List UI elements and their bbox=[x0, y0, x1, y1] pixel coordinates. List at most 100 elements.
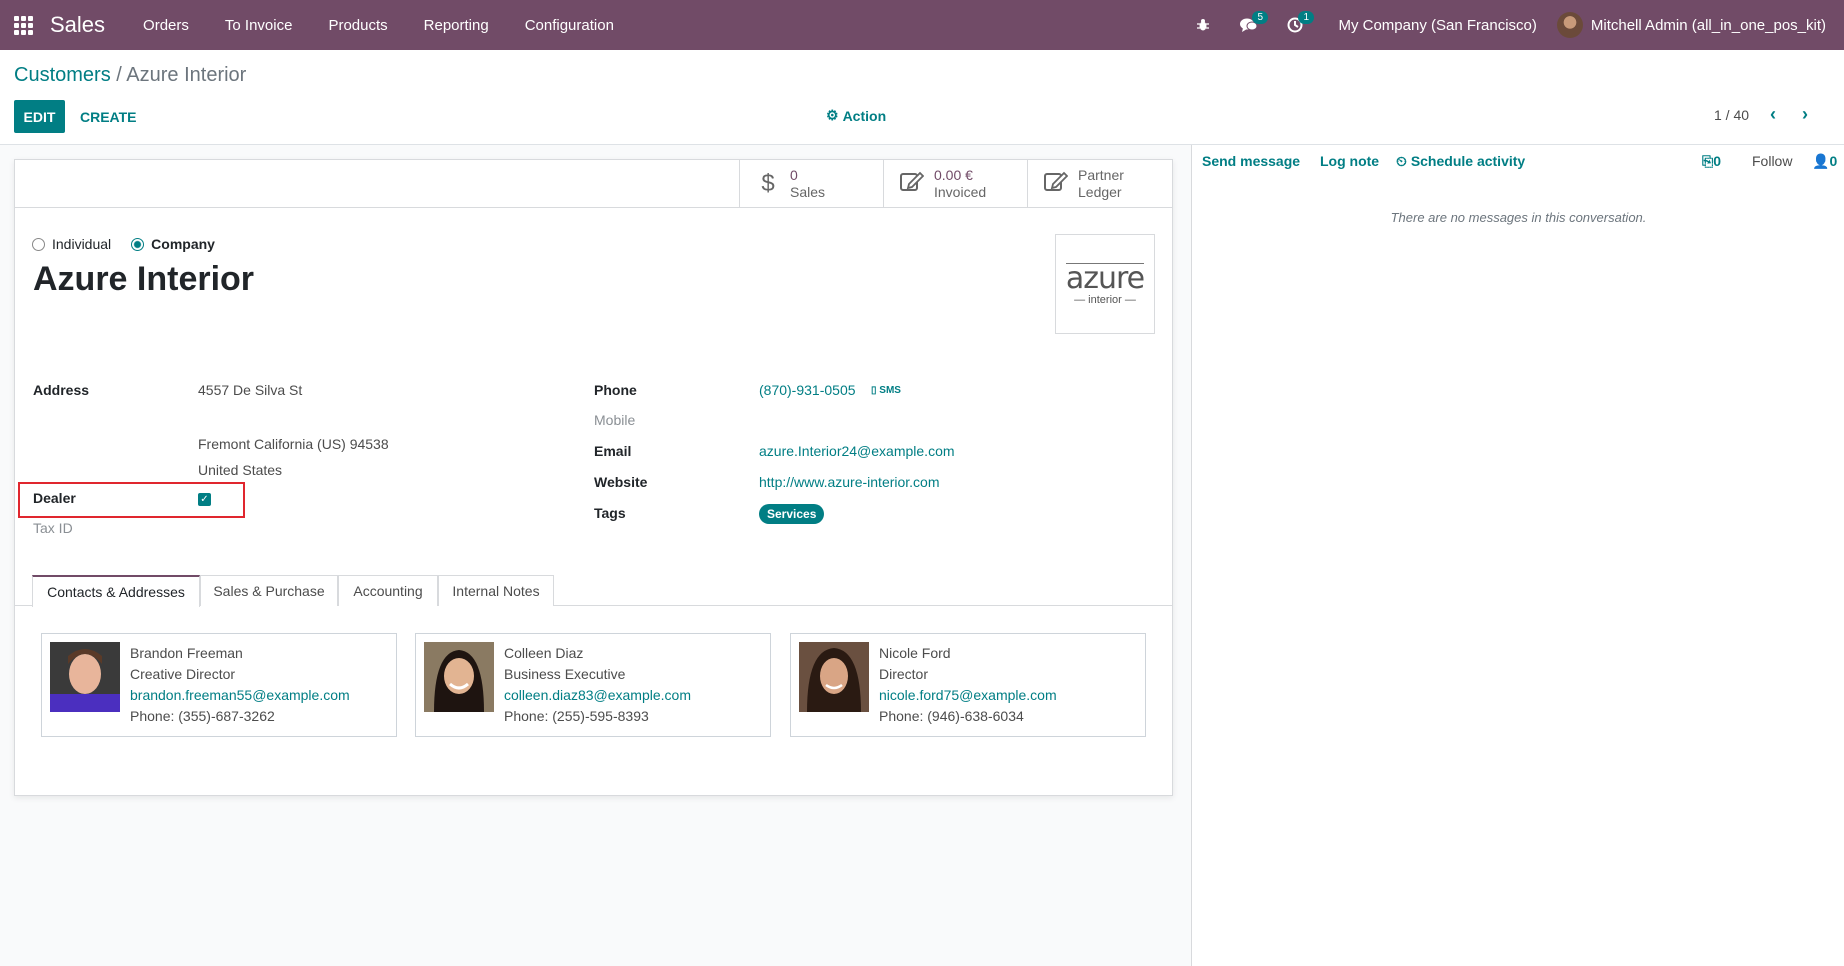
sales-label: Sales bbox=[790, 184, 826, 200]
tab-sales-purchase[interactable]: Sales & Purchase bbox=[200, 575, 338, 606]
clock-icon: ⏲ bbox=[1396, 153, 1407, 169]
menu-configuration[interactable]: Configuration bbox=[507, 17, 632, 34]
breadcrumb-current: Azure Interior bbox=[126, 64, 247, 86]
invoiced-smart-button[interactable]: 0.00 € Invoiced bbox=[883, 160, 1027, 208]
control-panel: Customers / Azure Interior EDIT CREATE ⚙… bbox=[0, 50, 1844, 145]
action-menu-button[interactable]: ⚙ Action bbox=[826, 107, 886, 124]
contact-phone: Phone: (355)-687-3262 bbox=[130, 708, 275, 724]
address-label: Address bbox=[33, 382, 90, 398]
follow-button[interactable]: Follow bbox=[1752, 153, 1792, 169]
breadcrumb-customers[interactable]: Customers bbox=[14, 64, 111, 86]
radio-individual[interactable] bbox=[32, 237, 45, 251]
attachments-button[interactable]: ⎘0 bbox=[1702, 153, 1721, 170]
chevron-right-icon[interactable]: › bbox=[1802, 104, 1808, 125]
radio-company-label: Company bbox=[151, 236, 215, 252]
send-message-button[interactable]: Send message bbox=[1202, 153, 1300, 169]
contact-card[interactable]: Nicole Ford Director nicole.ford75@examp… bbox=[790, 633, 1146, 737]
tab-internal-notes[interactable]: Internal Notes bbox=[438, 575, 554, 606]
dollar-icon: $ bbox=[761, 170, 775, 197]
dealer-checkbox[interactable]: ✓ bbox=[198, 493, 211, 506]
dealer-label: Dealer bbox=[33, 490, 76, 506]
phone-link[interactable]: (870)-931-0505 bbox=[759, 382, 856, 398]
contact-avatar bbox=[424, 642, 494, 712]
phone-label: Phone bbox=[594, 382, 637, 398]
contact-name: Nicole Ford bbox=[879, 645, 951, 661]
edit-button[interactable]: EDIT bbox=[14, 100, 65, 133]
schedule-activity-button[interactable]: ⏲ Schedule activity bbox=[1396, 153, 1525, 170]
debug-bug-icon[interactable] bbox=[1180, 0, 1226, 50]
user-menu[interactable]: Mitchell Admin (all_in_one_pos_kit) bbox=[1556, 12, 1844, 38]
company-switcher[interactable]: My Company (San Francisco) bbox=[1318, 17, 1556, 34]
menu-orders[interactable]: Orders bbox=[125, 17, 207, 34]
tax-id-label: Tax ID bbox=[33, 520, 73, 536]
company-type-radio-group: Individual Company bbox=[32, 236, 235, 252]
radio-individual-label: Individual bbox=[52, 236, 112, 252]
contact-email[interactable]: brandon.freeman55@example.com bbox=[130, 685, 350, 706]
top-navbar: Sales Orders To Invoice Products Reporti… bbox=[0, 0, 1844, 50]
contact-name: Colleen Diaz bbox=[504, 645, 584, 661]
chevron-left-icon[interactable]: ‹ bbox=[1770, 104, 1776, 125]
website-label: Website bbox=[594, 474, 648, 490]
partner-name: Azure Interior bbox=[33, 260, 255, 298]
invoiced-label: Invoiced bbox=[934, 184, 987, 200]
user-avatar bbox=[1556, 12, 1583, 38]
contact-phone: Phone: (255)-595-8393 bbox=[504, 708, 649, 724]
logo-subtext: — interior — bbox=[1074, 293, 1136, 306]
followers-button[interactable]: 👤0 bbox=[1812, 153, 1837, 170]
attachments-count: 0 bbox=[1713, 153, 1721, 169]
breadcrumb-separator: / bbox=[116, 64, 122, 86]
chatter-panel: Send message Log note ⏲ Schedule activit… bbox=[1191, 145, 1844, 966]
sales-smart-button[interactable]: $ 0 Sales bbox=[739, 160, 883, 208]
gear-icon: ⚙ bbox=[826, 107, 839, 123]
address-street: 4557 De Silva St bbox=[198, 382, 303, 398]
address-country: United States bbox=[198, 462, 283, 478]
messages-badge: 5 bbox=[1252, 11, 1269, 24]
tags-label: Tags bbox=[594, 505, 626, 521]
contact-avatar bbox=[799, 642, 869, 712]
radio-company[interactable] bbox=[131, 237, 145, 251]
ledger-label-2: Ledger bbox=[1078, 184, 1122, 200]
address-city-line: Fremont California (US) 94538 bbox=[198, 436, 389, 452]
user-name: Mitchell Admin (all_in_one_pos_kit) bbox=[1590, 16, 1826, 34]
contact-title: Director bbox=[879, 666, 929, 682]
no-messages-text: There are no messages in this conversati… bbox=[1390, 210, 1647, 225]
followers-count: 0 bbox=[1829, 153, 1838, 169]
activities-clock-icon[interactable]: 1 bbox=[1272, 0, 1318, 50]
menu-to-invoice[interactable]: To Invoice bbox=[207, 17, 311, 34]
website-link[interactable]: http://www.azure-interior.com bbox=[759, 474, 940, 490]
menu-products[interactable]: Products bbox=[310, 17, 405, 34]
log-note-button[interactable]: Log note bbox=[1320, 153, 1379, 169]
smart-button-box: $ 0 Sales 0.00 € Invoiced Partner Ledger bbox=[15, 160, 1172, 208]
tab-contacts-addresses[interactable]: Contacts & Addresses bbox=[32, 575, 200, 607]
paperclip-icon: ⎘ bbox=[1702, 153, 1714, 169]
schedule-activity-label: Schedule activity bbox=[1410, 153, 1526, 169]
contact-title: Creative Director bbox=[130, 666, 236, 682]
contact-card[interactable]: Brandon Freeman Creative Director brando… bbox=[41, 633, 397, 737]
apps-menu-icon[interactable] bbox=[0, 0, 46, 50]
notebook-tabs: Contacts & Addresses Sales & Purchase Ac… bbox=[15, 575, 1172, 607]
tag-services[interactable]: Services bbox=[759, 504, 825, 524]
contact-avatar bbox=[50, 642, 120, 712]
app-name[interactable]: Sales bbox=[50, 12, 105, 38]
logo-text: azure bbox=[1065, 260, 1145, 296]
edit-document-icon bbox=[1042, 170, 1070, 199]
contact-email[interactable]: nicole.ford75@example.com bbox=[879, 685, 1057, 706]
action-label: Action bbox=[842, 107, 887, 124]
messages-icon[interactable]: 5 bbox=[1226, 0, 1272, 50]
activities-badge: 1 bbox=[1298, 11, 1315, 24]
contact-card[interactable]: Colleen Diaz Business Executive colleen.… bbox=[415, 633, 771, 737]
contact-title: Business Executive bbox=[504, 666, 626, 682]
pager-value[interactable]: 1 / 40 bbox=[1714, 107, 1749, 123]
sms-button[interactable]: ▯ SMS bbox=[871, 385, 901, 396]
invoiced-amount: 0.00 € bbox=[934, 167, 973, 183]
tab-accounting[interactable]: Accounting bbox=[338, 575, 438, 606]
partner-ledger-smart-button[interactable]: Partner Ledger bbox=[1027, 160, 1172, 208]
create-button[interactable]: CREATE bbox=[80, 100, 137, 133]
contact-phone: Phone: (946)-638-6034 bbox=[879, 708, 1024, 724]
user-icon: 👤 bbox=[1812, 153, 1830, 169]
email-link[interactable]: azure.Interior24@example.com bbox=[759, 443, 955, 459]
menu-reporting[interactable]: Reporting bbox=[406, 17, 507, 34]
contact-email[interactable]: colleen.diaz83@example.com bbox=[504, 685, 691, 706]
form-sheet: $ 0 Sales 0.00 € Invoiced Partner Ledger bbox=[14, 159, 1173, 796]
sales-count: 0 bbox=[790, 167, 798, 183]
